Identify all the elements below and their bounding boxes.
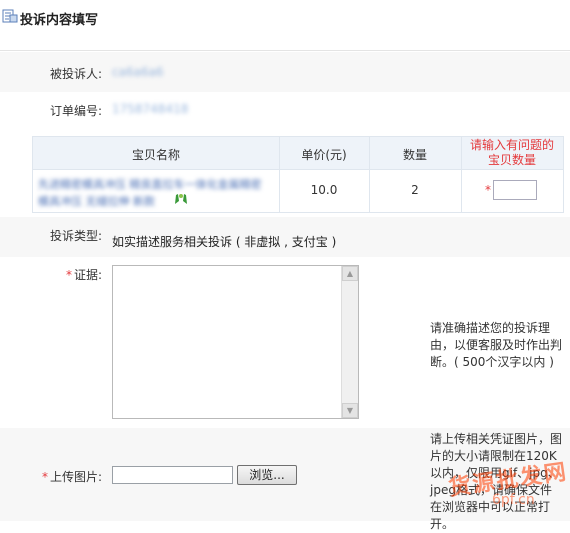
document-icon — [2, 9, 18, 23]
respondent-row: 被投诉人: ca6a6a6 — [0, 52, 570, 92]
evidence-hint: 请准确描述您的投诉理由，以便客服及时作出判断。( 500个汉字以内 ) — [430, 321, 563, 369]
col-header-quantity: 数量 — [402, 148, 427, 162]
upload-label-text: 上传图片: — [49, 470, 102, 484]
order-label: 订单编号: — [49, 104, 102, 118]
page-header: 投诉内容填写 — [0, 0, 570, 34]
evidence-label: * 证据: — [66, 266, 102, 283]
required-mark: * — [41, 470, 48, 484]
respondent-label: 被投诉人: — [49, 67, 102, 81]
goods-table: 宝贝名称 单价(元) 数量 请输入有问题的宝贝数量 先进精密模具冲压 精良直拉车… — [32, 136, 564, 213]
col-header-problem-qty: 请输入有问题的宝贝数量 — [469, 138, 554, 167]
file-path-input[interactable] — [112, 466, 233, 484]
item-quantity: 2 — [411, 183, 419, 197]
required-mark: * — [65, 268, 72, 282]
item-unit-price: 10.0 — [310, 183, 338, 197]
col-header-price: 单价(元) — [301, 148, 347, 162]
respondent-value: ca6a6a6 — [112, 65, 164, 79]
required-mark: * — [485, 183, 491, 197]
table-divider — [461, 137, 462, 212]
order-row: 订单编号: 1758748418 — [0, 92, 570, 128]
header-divider — [0, 50, 570, 51]
complaint-type-value: 如实描述服务相关投诉 ( 非虚拟 , 支付宝 ) — [112, 235, 337, 249]
complaint-type-label: 投诉类型: — [49, 229, 102, 243]
evidence-label-text: 证据: — [73, 268, 102, 282]
textarea-scrollbar[interactable]: ▲ ▼ — [341, 266, 358, 418]
hands-icon — [175, 194, 187, 204]
item-name-link[interactable]: 先进精密模具冲压 精良直拉车一体化金属精密模具冲压 无缝拉伸 新款 — [38, 176, 264, 210]
upload-label: * 上传图片: — [42, 468, 102, 485]
scroll-up-icon[interactable]: ▲ — [342, 266, 358, 281]
watermark-url: 6pf.cn — [492, 492, 535, 508]
page-title: 投诉内容填写 — [20, 13, 99, 28]
order-value: 1758748418 — [112, 102, 189, 116]
complaint-type-row: 投诉类型: 如实描述服务相关投诉 ( 非虚拟 , 支付宝 ) — [0, 217, 570, 257]
evidence-textarea[interactable] — [112, 265, 359, 419]
browse-button[interactable]: 浏览... — [237, 465, 297, 485]
problem-quantity-input[interactable] — [493, 180, 537, 200]
scroll-down-icon[interactable]: ▼ — [342, 403, 358, 418]
col-header-name: 宝贝名称 — [131, 148, 180, 162]
